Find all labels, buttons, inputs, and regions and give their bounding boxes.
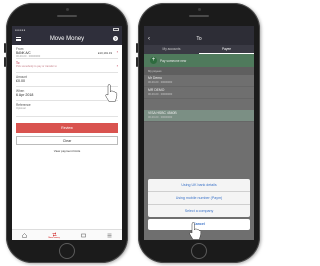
volume-down-button: [4, 57, 6, 67]
from-balance: £10,191.19: [98, 51, 112, 55]
tab-move-money[interactable]: Move money: [48, 231, 60, 239]
earpiece-speaker: [57, 15, 77, 17]
status-bar: [144, 26, 254, 33]
tab-more[interactable]: [107, 233, 112, 238]
option-uk-bank-details[interactable]: Using UK bank details: [148, 179, 250, 192]
move-money-screen: ●●●●● Move Money ? From BANK A/C 00-00-0…: [12, 26, 122, 240]
option-mobile-number[interactable]: Using mobile number (Paym): [148, 192, 250, 205]
battery-icon: [113, 28, 119, 31]
volume-down-button: [136, 57, 138, 67]
view-payment-limits-link[interactable]: View payment limits: [12, 149, 122, 153]
app-header: Move Money ?: [12, 33, 122, 45]
status-bar: ●●●●●: [12, 26, 122, 33]
list-item[interactable]: Mr Demo 00-00-00 · 00000000: [144, 75, 254, 87]
help-icon[interactable]: ?: [113, 36, 118, 41]
tab-home[interactable]: [22, 232, 28, 238]
amount-value: £0.00: [16, 79, 25, 83]
add-payee-row[interactable]: + Pay someone new: [144, 54, 254, 67]
reference-field[interactable]: Reference Optional: [16, 101, 118, 117]
tab-move-money-label: Move money: [48, 236, 60, 239]
home-button: [191, 243, 207, 259]
list-item[interactable]: MR DEMO 00-00-00 · 00000000: [144, 87, 254, 99]
clear-button[interactable]: Clear: [16, 136, 118, 145]
app-header: ‹ To: [144, 33, 254, 45]
from-account-number: 00-00-00 · 00000000: [16, 55, 41, 58]
cards-icon: [80, 233, 86, 237]
right-phone: ‹ To My accounts Payee + Pay someone new…: [136, 3, 260, 263]
amount-field[interactable]: Amount £0.00: [16, 73, 118, 87]
payee-list-overlay: + Pay someone new My payees Mr Demo 00-0…: [144, 54, 254, 240]
payee-detail: 00-00-00 · 00000000: [148, 81, 173, 84]
tab-cards[interactable]: [80, 233, 86, 238]
page-title: Move Money: [49, 36, 85, 42]
more-icon: [107, 233, 112, 237]
to-placeholder: Pick somebody to pay or transfer to: [16, 65, 57, 68]
when-value: 6 Apr 2018: [16, 93, 34, 97]
bottom-tab-bar: Move money: [12, 229, 122, 240]
chevron-right-icon: ›: [116, 63, 118, 68]
volume-up-button: [136, 43, 138, 53]
option-select-company[interactable]: Select a company: [148, 205, 250, 217]
signal-icon: ●●●●●: [15, 27, 26, 32]
to-payee-field[interactable]: To Pick somebody to pay or transfer to ›: [16, 59, 118, 73]
review-button[interactable]: Review: [16, 123, 118, 133]
select-payee-screen: ‹ To My accounts Payee + Pay someone new…: [144, 26, 254, 240]
chevron-right-icon: ›: [116, 49, 118, 54]
front-camera: [197, 8, 201, 11]
volume-up-button: [4, 43, 6, 53]
front-camera: [65, 8, 69, 11]
tab-my-accounts[interactable]: My accounts: [144, 45, 199, 54]
add-payee-label: Pay someone new: [160, 58, 187, 63]
pointing-hand-icon: [105, 84, 118, 102]
left-phone: ●●●●● Move Money ? From BANK A/C 00-00-0…: [4, 3, 128, 263]
when-field[interactable]: When 6 Apr 2018: [16, 87, 118, 101]
from-account-field[interactable]: From BANK A/C 00-00-00 · 00000000 £10,19…: [16, 45, 118, 59]
pointing-hand-icon: [189, 222, 202, 240]
tab-payee[interactable]: Payee: [199, 45, 254, 54]
home-button: [59, 243, 75, 259]
payee-detail: 00-00-00 · 00000000: [148, 116, 173, 119]
move-money-form: From BANK A/C 00-00-00 · 00000000 £10,19…: [12, 45, 122, 117]
list-item[interactable]: VISA HSBC 4540B 00-00-00 · 00000000: [144, 110, 254, 122]
home-icon: [22, 232, 28, 238]
page-title: To: [196, 36, 202, 42]
payee-tabs: My accounts Payee: [144, 45, 254, 54]
reference-placeholder: Optional: [16, 107, 26, 110]
earpiece-speaker: [189, 15, 209, 17]
plus-icon: +: [150, 57, 157, 64]
section-header: My payees: [144, 67, 254, 75]
payee-detail: 00-00-00 · 00000000: [148, 93, 173, 96]
